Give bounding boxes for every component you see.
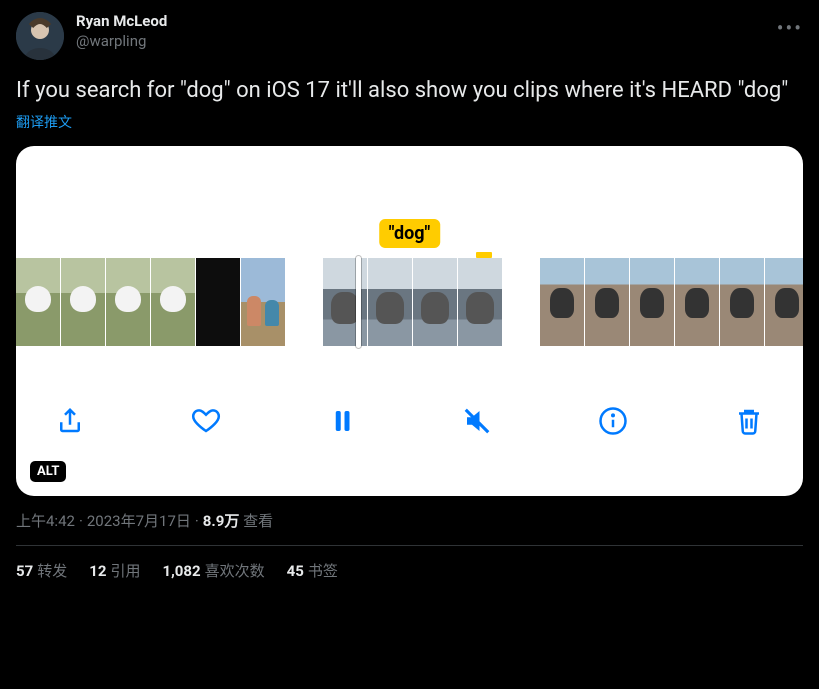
clip-thumbnail (458, 258, 502, 346)
mute-button[interactable] (459, 403, 495, 439)
share-icon (55, 406, 85, 436)
clip-thumbnail (106, 258, 150, 346)
clip-thumbnail (241, 258, 285, 346)
tweet-date[interactable]: 2023年7月17日 (87, 512, 191, 530)
share-button[interactable] (52, 403, 88, 439)
tweet-time[interactable]: 上午4:42 (16, 512, 75, 530)
pause-button[interactable] (324, 403, 360, 439)
retweets-stat[interactable]: 57转发 (16, 560, 67, 581)
clip-thumbnail (765, 258, 803, 346)
info-icon (598, 406, 628, 436)
avatar-image (16, 12, 64, 60)
media-attachment[interactable]: "dog" (16, 146, 803, 496)
views-label: 查看 (243, 512, 273, 530)
likes-stat[interactable]: 1,082喜欢次数 (162, 560, 264, 581)
clip-thumbnail (540, 258, 584, 346)
info-button[interactable] (595, 403, 631, 439)
pause-icon (327, 406, 357, 436)
quotes-stat[interactable]: 12引用 (89, 560, 140, 581)
tweet-stats: 57转发 12引用 1,082喜欢次数 45书签 (16, 546, 803, 581)
views-count[interactable]: 8.9万 (203, 512, 240, 530)
clip-group[interactable] (16, 258, 285, 346)
clip-thumbnail (61, 258, 105, 346)
clip-thumbnail (720, 258, 764, 346)
clip-thumbnail (368, 258, 412, 346)
clip-thumbnail (585, 258, 629, 346)
like-button[interactable] (188, 403, 224, 439)
clip-group[interactable] (323, 258, 502, 346)
clip-thumbnail (16, 258, 60, 346)
clip-thumbnail (196, 258, 240, 346)
clip-group[interactable] (540, 258, 803, 346)
clip-thumbnail (151, 258, 195, 346)
display-name[interactable]: Ryan McLeod (76, 12, 167, 32)
media-top-region: "dog" (16, 146, 803, 246)
translate-link[interactable]: 翻译推文 (16, 112, 803, 132)
heart-icon (191, 406, 221, 436)
tweet-container: Ryan McLeod @warpling ••• If you search … (0, 0, 819, 581)
clip-thumbnail (413, 258, 457, 346)
tweet-meta: 上午4:42·2023年7月17日·8.9万 查看 (16, 510, 803, 531)
caption-tag: "dog" (379, 219, 441, 248)
media-toolbar (16, 346, 803, 496)
clip-thumbnail (630, 258, 674, 346)
avatar[interactable] (16, 12, 64, 60)
video-timeline[interactable] (16, 246, 803, 346)
more-options-button[interactable]: ••• (777, 12, 803, 44)
author-names: Ryan McLeod @warpling (76, 12, 167, 51)
bookmarks-stat[interactable]: 45书签 (287, 560, 338, 581)
tweet-text: If you search for "dog" on iOS 17 it'll … (16, 76, 803, 106)
speaker-muted-icon (462, 406, 492, 436)
delete-button[interactable] (731, 403, 767, 439)
handle[interactable]: @warpling (76, 32, 167, 52)
alt-text-badge[interactable]: ALT (30, 461, 66, 482)
playhead[interactable] (356, 256, 361, 348)
tweet-header: Ryan McLeod @warpling ••• (16, 12, 803, 60)
trash-icon (734, 406, 764, 436)
clip-thumbnail (675, 258, 719, 346)
